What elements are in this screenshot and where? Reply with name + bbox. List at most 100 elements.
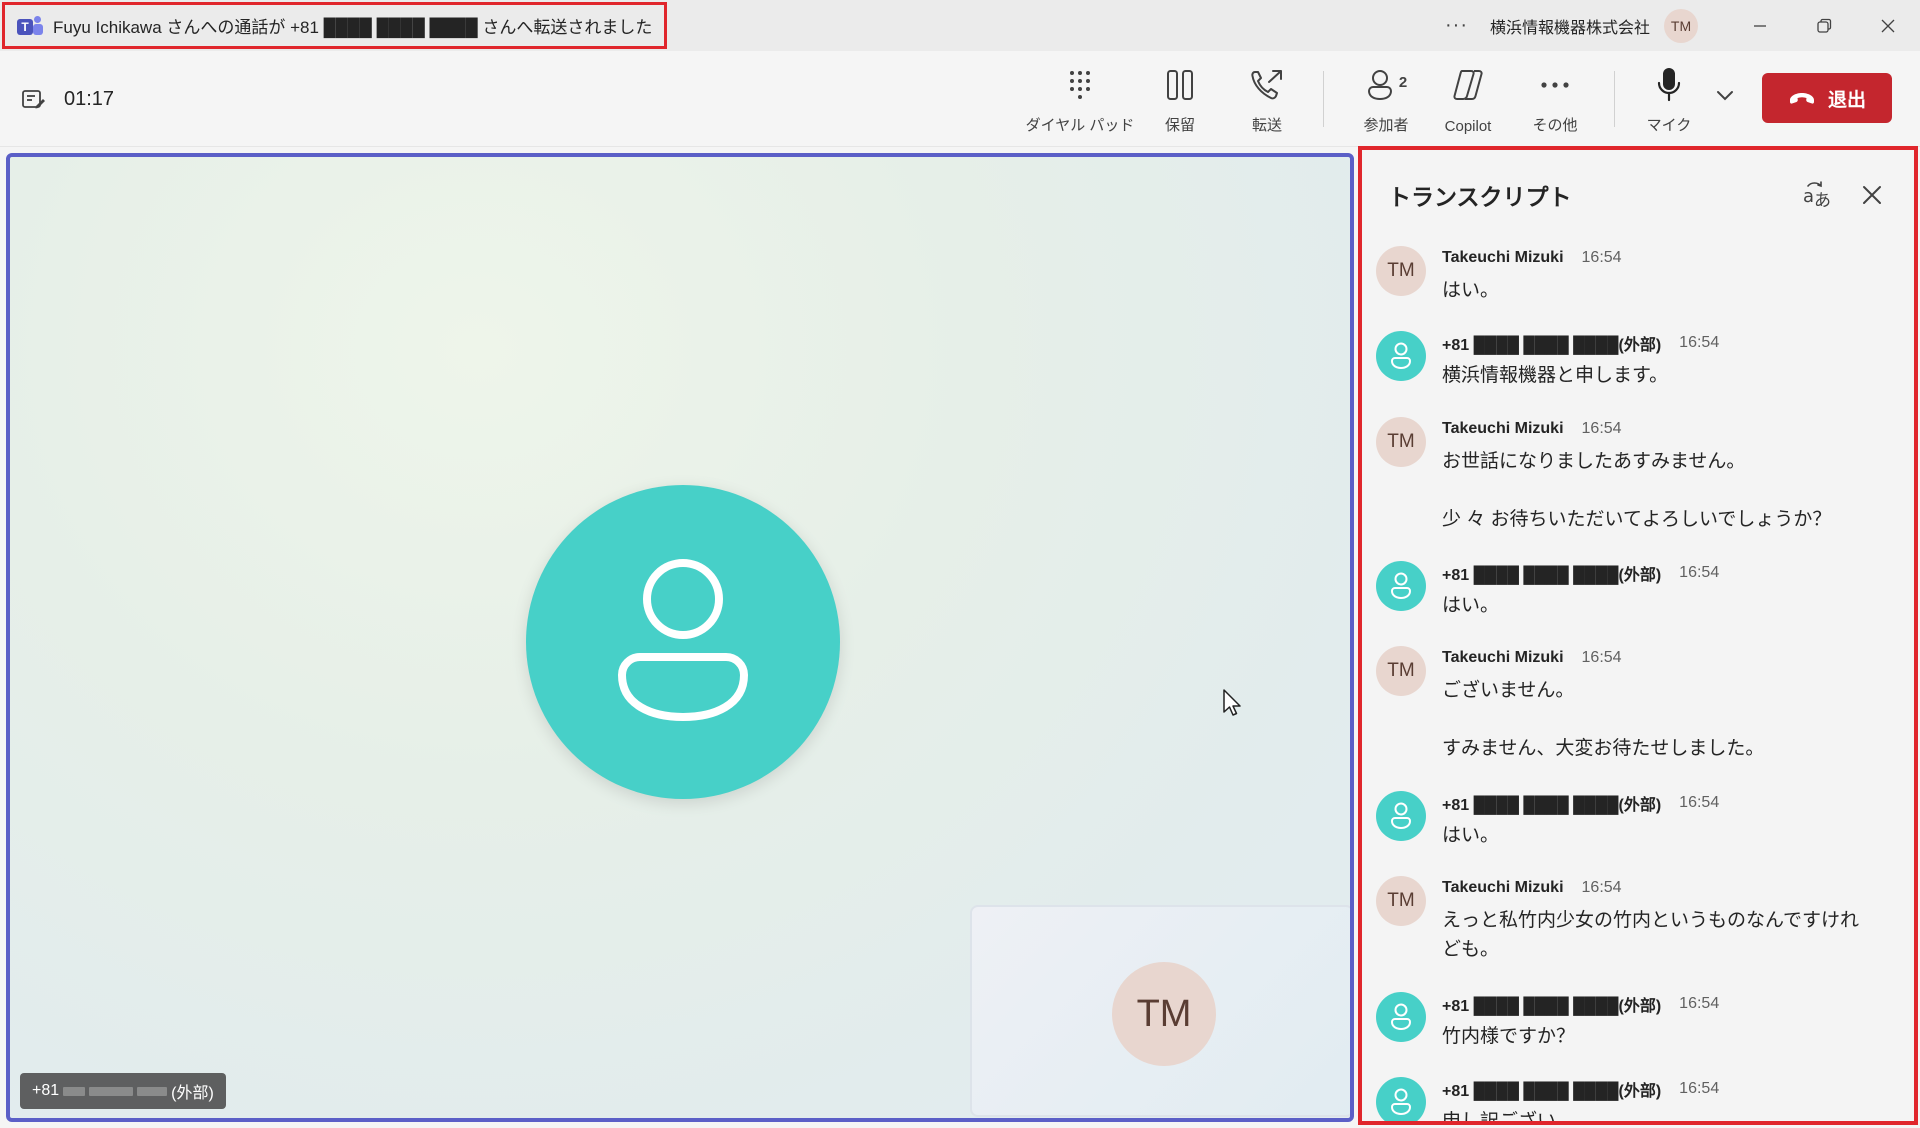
minimize-icon [1754,24,1766,27]
dialpad-label: ダイヤル パッド [1025,117,1135,134]
entry-time: 16:54 [1581,879,1622,896]
toolbar-divider [1323,71,1324,127]
more-icon [1541,82,1569,88]
call-stage: TM +81 (外部) [6,153,1354,1122]
entry-text: はい。 [1442,825,1500,846]
person-icon [1390,1003,1412,1031]
speaker-avatar [1376,992,1426,1042]
close-window-button[interactable] [1856,0,1920,51]
close-icon [1881,19,1895,32]
self-view-tile[interactable]: TM [970,905,1350,1117]
speaker-avatar: TM [1376,876,1426,926]
person-icon [617,559,749,722]
mouse-cursor-icon [1223,689,1241,716]
organization-name: 横浜情報機器株式会社 [1489,19,1650,37]
transcript-title: トランスクリプト [1388,184,1572,210]
restore-icon [1817,18,1832,33]
name-tag-prefix: +81 [32,1082,60,1099]
hold-button[interactable]: 保留 [1150,65,1210,135]
self-avatar: TM [1112,962,1216,1066]
speaker-avatar [1376,561,1426,611]
copilot-label: Copilot [1444,118,1492,135]
redacted-number [63,1086,86,1096]
call-notification: T Fuyu Ichikawa さんへの通話が +81 ████ ████ ██… [2,2,668,49]
hold-label: 保留 [1164,117,1195,134]
language-button[interactable]: a あ [1798,175,1838,215]
participants-label: 参加者 [1363,117,1409,134]
more-button[interactable]: その他 [1522,65,1588,135]
people-icon [1367,70,1392,101]
speaker-name: +81 ████ ████ ████(外部) [1442,337,1662,354]
person-icon [1390,1088,1412,1116]
entry-text: 竹内様ですか？ [1442,1026,1576,1047]
person-icon [1390,802,1412,830]
participants-count: 2 [1398,73,1408,91]
transcript-panel: トランスクリプト a あ TM Takeuchi Mizuki 16:54 はい。… [1358,146,1918,1125]
transfer-button[interactable]: 転送 [1237,65,1297,135]
entry-text: はい。 [1442,280,1500,301]
svg-text:a: a [1803,186,1814,207]
dialpad-icon [1070,71,1090,99]
entry-time: 16:54 [1679,334,1720,351]
close-transcript-button[interactable] [1852,175,1892,215]
entry-time: 16:54 [1679,564,1720,581]
person-icon [1390,572,1412,600]
microphone-icon [1657,68,1681,102]
translate-icon: a あ [1803,181,1831,210]
speaker-name: Takeuchi Mizuki [1442,649,1564,666]
entry-text: 横浜情報機器と申します。 [1442,365,1669,386]
speaker-name: Takeuchi Mizuki [1442,879,1564,896]
teams-logo-icon: T [17,15,43,36]
call-toolbar: 01:17 ダイヤル パッド 保留 転送 2 参加者 Copilot その他 マ… [0,51,1920,147]
remote-participant-avatar [526,485,840,799]
redacted-number [137,1086,168,1096]
entry-time: 16:54 [1581,249,1622,266]
name-tag-suffix: (外部) [171,1085,214,1102]
entry-text: お世話になりましたあすみません。 [1442,451,1746,472]
speaker-name: +81 ████ ████ ████(外部) [1442,567,1662,584]
entry-time: 16:54 [1581,649,1622,666]
copilot-button[interactable]: Copilot [1430,65,1506,135]
entry-time: 16:54 [1679,995,1720,1012]
mic-options-button[interactable] [1715,89,1735,108]
leave-label: 退出 [1827,89,1866,111]
title-bar: T Fuyu Ichikawa さんへの通話が +81 ████ ████ ██… [0,0,1920,51]
more-label: その他 [1532,117,1578,134]
speaker-name: +81 ████ ████ ████(外部) [1442,998,1662,1015]
more-options-icon[interactable]: ··· [1445,14,1468,37]
entry-text-continued: すみません、大変お待たせしました。 [1442,738,1765,759]
hang-up-icon [1789,93,1814,104]
transfer-label: 転送 [1251,117,1282,134]
copilot-icon [1453,70,1483,100]
notes-icon[interactable] [20,86,46,112]
chevron-down-icon [1717,91,1733,101]
minimize-button[interactable] [1728,0,1792,51]
entry-text: ございません。 [1442,680,1575,701]
toolbar-divider [1614,71,1615,127]
remote-participant-name-tag: +81 (外部) [20,1073,226,1109]
mic-button[interactable]: マイク [1636,65,1702,135]
participants-button[interactable]: 2 参加者 [1348,65,1424,135]
dialpad-button[interactable]: ダイヤル パッド [1026,65,1134,135]
speaker-avatar [1376,791,1426,841]
entry-text: 申し訳ござい [1442,1111,1557,1125]
entry-time: 16:54 [1679,794,1720,811]
pause-icon [1167,70,1193,100]
speaker-name: Takeuchi Mizuki [1442,249,1564,266]
close-icon [1863,186,1881,204]
entry-text: はい。 [1442,595,1500,616]
redacted-number [89,1086,134,1096]
entry-time: 16:54 [1581,420,1622,437]
window-title: Fuyu Ichikawa さんへの通話が +81 ████ ████ ████… [53,18,653,37]
restore-button[interactable] [1792,0,1856,51]
speaker-avatar [1376,331,1426,381]
speaker-name: +81 ████ ████ ████(外部) [1442,797,1662,814]
person-icon [1390,342,1412,370]
profile-avatar[interactable]: TM [1664,8,1698,43]
leave-button[interactable]: 退出 [1762,73,1892,123]
speaker-name: Takeuchi Mizuki [1442,420,1564,437]
speaker-avatar [1376,1077,1426,1121]
speaker-avatar: TM [1376,646,1426,696]
entry-text-continued: 少 々 お待ちいただいてよろしいでしょうか？ [1442,509,1832,530]
speaker-avatar: TM [1376,246,1426,296]
